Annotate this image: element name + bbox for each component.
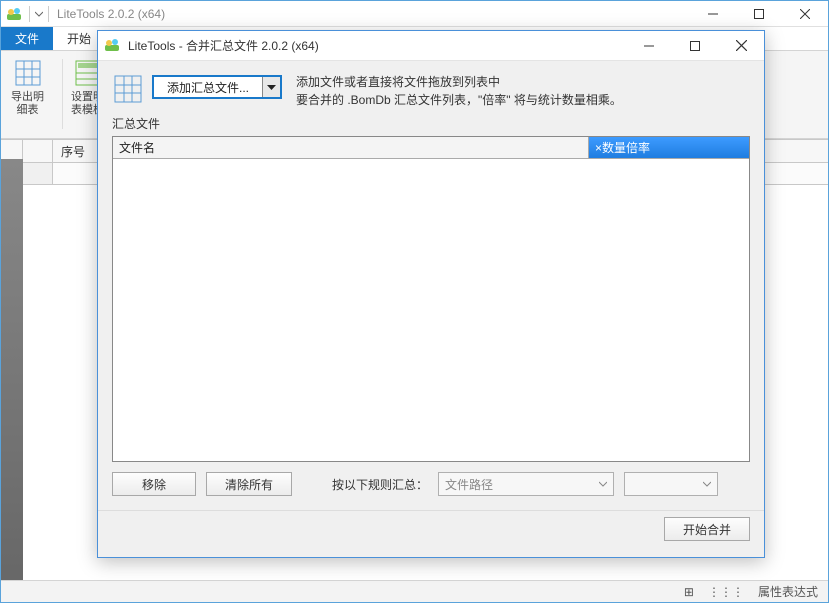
grid-left-gutter [1, 159, 23, 599]
add-file-label: 添加汇总文件... [154, 79, 262, 96]
hint-line-1: 添加文件或者直接将文件拖放到列表中 [296, 73, 750, 91]
dialog-app-icon [104, 37, 122, 55]
app-icon [5, 5, 23, 23]
remove-button[interactable]: 移除 [112, 472, 196, 496]
dialog-toolbar: 添加汇总文件... 添加文件或者直接将文件拖放到列表中 要合并的 .BomDb … [98, 61, 764, 115]
ribbon-separator [62, 59, 63, 129]
tab-file[interactable]: 文件 [1, 27, 53, 50]
maximize-button[interactable] [736, 1, 782, 27]
main-titlebar: LiteTools 2.0.2 (x64) [1, 1, 828, 27]
status-icon-1[interactable]: ⊞ [680, 585, 698, 599]
start-merge-button[interactable]: 开始合并 [664, 517, 750, 541]
grid-row-num[interactable] [23, 163, 53, 184]
dialog-maximize-button[interactable] [672, 31, 718, 61]
chevron-down-icon[interactable] [262, 77, 280, 97]
statusbar: ⊞ ⋮⋮⋮ 属性表达式 [1, 580, 828, 602]
grid-rownum-header[interactable] [23, 140, 53, 162]
file-table-body[interactable] [113, 159, 749, 461]
rule-combo[interactable]: 文件路径 [438, 472, 614, 496]
export-detail-button[interactable]: 导出明 细表 [7, 55, 48, 119]
ribbon-group-export: 导出明 细表 [7, 55, 48, 134]
qat-dropdown[interactable] [32, 4, 46, 24]
dialog-minimize-button[interactable] [626, 31, 672, 61]
hint-line-2: 要合并的 .BomDb 汇总文件列表，"倍率" 将与统计数量相乘。 [296, 91, 750, 109]
table-icon [12, 57, 44, 89]
clear-all-button[interactable]: 清除所有 [206, 472, 292, 496]
dialog-close-button[interactable] [718, 31, 764, 61]
dialog-footer: 开始合并 [98, 510, 764, 553]
merge-dialog: LiteTools - 合并汇总文件 2.0.2 (x64) 添加汇总文件...… [97, 30, 765, 558]
qat-separator-2 [48, 6, 49, 22]
file-table-header: 文件名 ×数量倍率 [113, 137, 749, 159]
export-detail-label: 导出明 细表 [11, 91, 44, 117]
chevron-down-icon [599, 480, 607, 488]
section-label: 汇总文件 [98, 115, 764, 136]
dialog-actions: 移除 清除所有 按以下规则汇总： 文件路径 [98, 462, 764, 506]
dialog-titlebar[interactable]: LiteTools - 合并汇总文件 2.0.2 (x64) [98, 31, 764, 61]
col-filename[interactable]: 文件名 [113, 137, 589, 158]
chevron-down-icon [703, 480, 711, 488]
col-rate[interactable]: ×数量倍率 [589, 137, 749, 158]
secondary-combo[interactable] [624, 472, 718, 496]
close-button[interactable] [782, 1, 828, 27]
qat-separator [29, 6, 30, 22]
minimize-button[interactable] [690, 1, 736, 27]
status-props[interactable]: 属性表达式 [754, 583, 822, 600]
dialog-title: LiteTools - 合并汇总文件 2.0.2 (x64) [128, 37, 319, 54]
merge-icon [112, 73, 144, 105]
hint-text: 添加文件或者直接将文件拖放到列表中 要合并的 .BomDb 汇总文件列表，"倍率… [296, 73, 750, 109]
file-table: 文件名 ×数量倍率 [112, 136, 750, 462]
status-icon-2[interactable]: ⋮⋮⋮ [704, 585, 748, 599]
add-file-combo[interactable]: 添加汇总文件... [152, 75, 282, 99]
main-title: LiteTools 2.0.2 (x64) [57, 7, 165, 21]
rule-combo-value: 文件路径 [445, 476, 493, 493]
rule-label: 按以下规则汇总： [332, 476, 428, 493]
